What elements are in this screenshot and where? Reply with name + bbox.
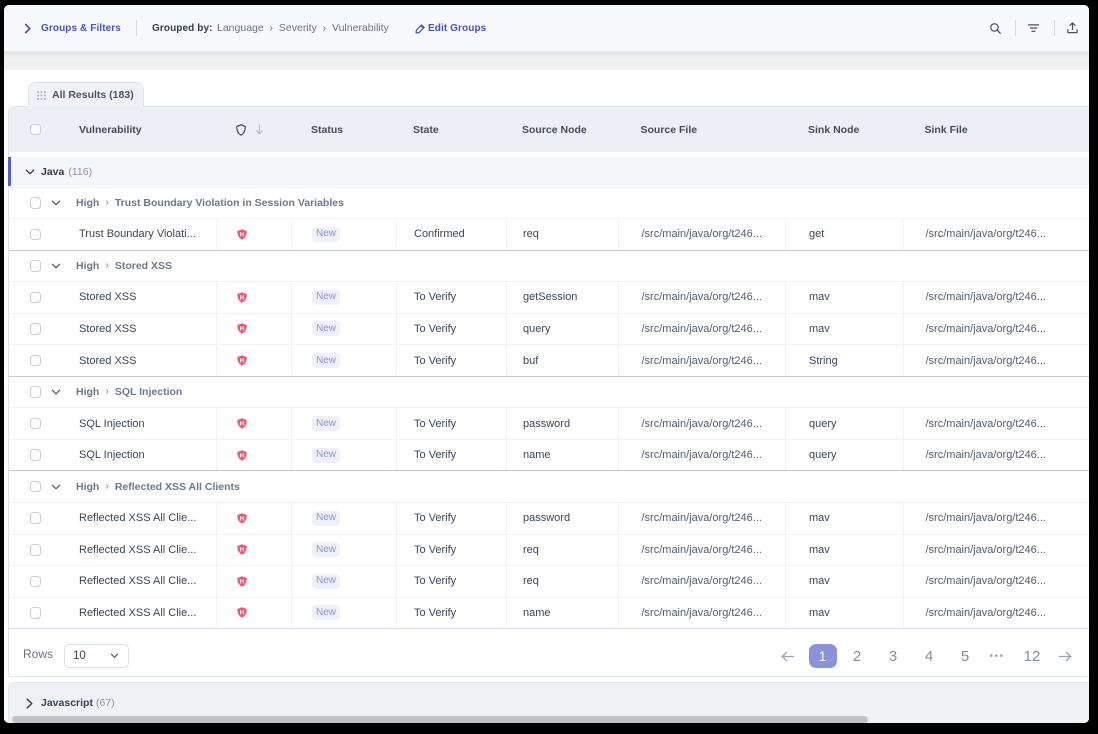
svg-text:H: H: [240, 422, 244, 428]
svg-text:H: H: [240, 327, 244, 333]
svg-text:H: H: [240, 359, 244, 365]
svg-text:H: H: [240, 580, 244, 586]
svg-text:H: H: [240, 296, 244, 302]
svg-text:H: H: [240, 453, 244, 459]
svg-text:H: H: [240, 516, 244, 522]
svg-text:H: H: [240, 233, 244, 239]
svg-text:H: H: [240, 548, 244, 554]
svg-text:H: H: [240, 611, 244, 617]
